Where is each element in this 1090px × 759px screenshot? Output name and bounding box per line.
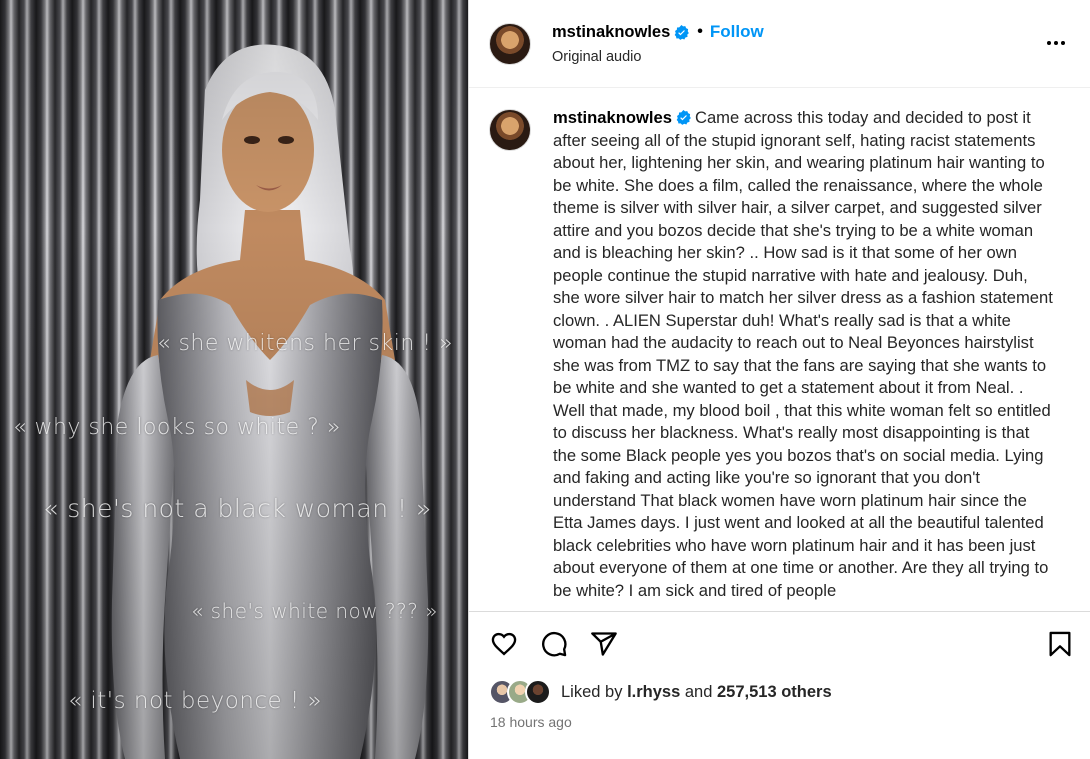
post-media[interactable]: « she whitens her skin ! » « why she loo…	[0, 0, 468, 759]
verified-badge-icon	[676, 110, 691, 125]
author-row: mstinaknowles • Follow	[552, 22, 764, 42]
caption-text-block: mstinaknowles Came across this today and …	[553, 107, 1053, 602]
post-header: mstinaknowles • Follow Original audio	[469, 0, 1090, 88]
separator-dot: •	[697, 23, 703, 40]
bookmark-icon[interactable]	[1044, 628, 1076, 660]
author-username[interactable]: mstinaknowles	[552, 23, 670, 42]
caption-section: mstinaknowles Came across this today and …	[469, 88, 1090, 611]
likes-joiner: and	[684, 682, 713, 701]
overlay-caption: « she whitens her skin ! »	[157, 331, 454, 356]
liker-avatars[interactable]	[489, 679, 551, 705]
author-avatar[interactable]	[489, 22, 531, 65]
author-info: mstinaknowles • Follow Original audio	[552, 22, 764, 65]
caption-body: mstinaknowles Came across this today and …	[553, 107, 1053, 611]
follow-button[interactable]: Follow	[710, 22, 764, 42]
more-options-icon[interactable]	[1047, 34, 1069, 52]
media-shade	[0, 0, 468, 759]
overlay-caption: « why she looks so white ? »	[13, 415, 341, 440]
verified-badge-icon	[674, 24, 690, 40]
instagram-post: « she whitens her skin ! » « why she loo…	[0, 0, 1090, 759]
likes-count[interactable]: 257,513 others	[717, 683, 832, 701]
share-icon[interactable]	[588, 628, 620, 660]
caption-username[interactable]: mstinaknowles	[553, 108, 672, 127]
heart-icon[interactable]	[488, 628, 520, 660]
overlay-caption: « she's white now ??? »	[191, 599, 438, 623]
likes-row: Liked by l.rhyss and 257,513 others	[469, 675, 1090, 705]
caption-author-avatar[interactable]	[489, 109, 531, 151]
liker-username[interactable]: l.rhyss	[627, 683, 680, 701]
post-timestamp[interactable]: 18 hours ago	[469, 705, 1090, 759]
audio-label[interactable]: Original audio	[552, 49, 764, 65]
overlay-caption: « it's not beyonce ! »	[68, 688, 323, 714]
avatar	[525, 679, 551, 705]
caption-text: Came across this today and decided to po…	[553, 108, 1053, 600]
comment-icon[interactable]	[538, 628, 570, 660]
overlay-caption: « she's not a black woman ! »	[43, 494, 432, 523]
likes-summary: Liked by l.rhyss and 257,513 others	[561, 683, 832, 702]
post-side-panel: mstinaknowles • Follow Original audio ms…	[468, 0, 1090, 759]
likes-prefix: Liked by	[561, 682, 623, 701]
action-bar	[469, 611, 1090, 675]
